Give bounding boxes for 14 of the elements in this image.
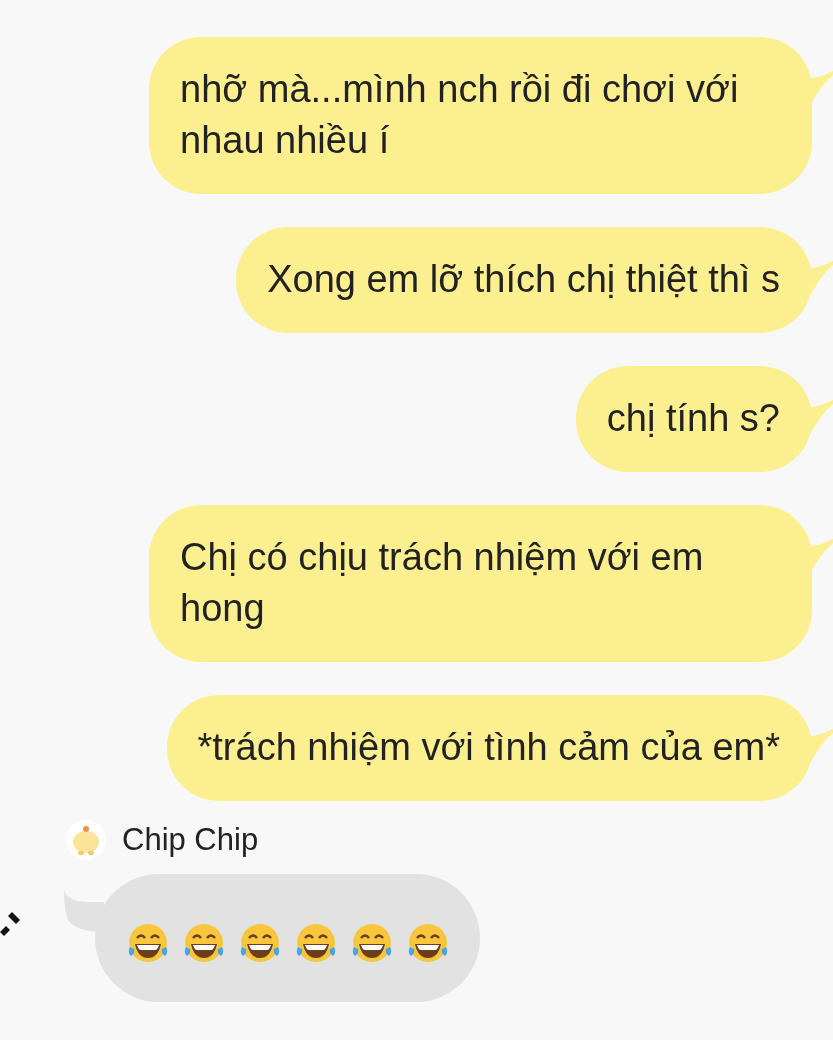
laughing-tears-emoji-icon — [126, 923, 169, 963]
laughing-tears-emoji-icon — [294, 923, 337, 963]
laughing-tears-emoji-icon — [406, 923, 449, 963]
laughing-tears-emoji-icon — [238, 923, 281, 963]
stripe-icon — [0, 912, 20, 936]
message-bubble: *trách nhiệm với tình cảm của em* — [166, 695, 812, 801]
message-bubble: nhỡ mà...mình nch rồi đi chơi với nhau nhiều í — [149, 37, 812, 194]
message-bubble: Chị có chịu trách nhiệm với em hong — [149, 505, 812, 662]
message-bubble: chị tính s? — [575, 366, 812, 472]
message-bubble: Xong em lỡ thích chị thiệt thì s — [236, 227, 812, 333]
laughing-tears-emoji-icon — [350, 923, 393, 963]
laughing-tears-emoji-icon — [182, 923, 225, 963]
sender-name: Chip Chip — [122, 822, 259, 858]
avatar-icon[interactable] — [66, 820, 106, 860]
